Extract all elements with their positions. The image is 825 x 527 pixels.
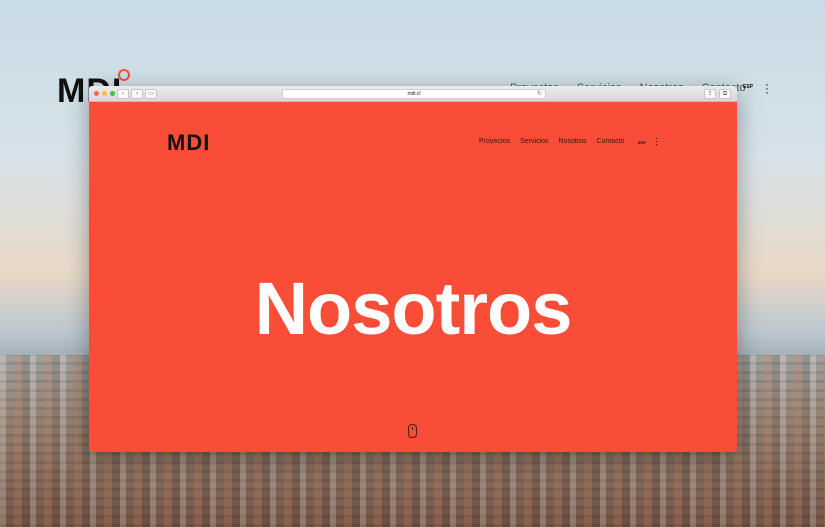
forward-button[interactable]: ›	[131, 89, 143, 99]
language-selector[interactable]: ESP	[638, 140, 646, 145]
nav-item-servicios[interactable]: Servicios	[520, 138, 548, 145]
traffic-lights	[94, 91, 115, 96]
browser-titlebar: ‹ › ▭ mdi.cl ↻ ⇪ ⧉	[89, 86, 737, 102]
back-button[interactable]: ‹	[117, 89, 129, 99]
site-logo[interactable]: MDI	[167, 130, 210, 156]
nav-item-contacto[interactable]: Contacto	[597, 138, 625, 145]
tabs-icon[interactable]: ⧉	[719, 89, 731, 99]
minimize-window-button[interactable]	[102, 91, 107, 96]
sidebar-toggle-icon[interactable]: ▭	[145, 89, 157, 99]
site-nav: Proyectos Servicios Nosotros Contacto	[479, 138, 625, 145]
address-bar[interactable]: mdi.cl ↻	[282, 89, 546, 99]
nav-item-nosotros[interactable]: Nosotros	[559, 138, 587, 145]
vertical-dots-icon: · · ·	[765, 77, 769, 99]
logo-pin-icon	[118, 69, 130, 81]
hero-title: Nosotros	[254, 266, 573, 350]
browser-window: ‹ › ▭ mdi.cl ↻ ⇪ ⧉ MDI Proyectos Servici…	[89, 86, 737, 452]
background-lang: ESP	[743, 84, 754, 90]
url-text: mdi.cl	[407, 91, 421, 97]
share-icon[interactable]: ⇪	[704, 89, 716, 99]
close-window-button[interactable]	[94, 91, 99, 96]
menu-dots-icon[interactable]: · · ·	[655, 134, 658, 149]
browser-toolbar-icons: ⇪ ⧉	[704, 89, 731, 99]
nav-item-proyectos[interactable]: Proyectos	[479, 138, 510, 145]
zoom-window-button[interactable]	[110, 91, 115, 96]
reload-icon[interactable]: ↻	[537, 90, 542, 98]
mouse-scroll-icon[interactable]	[408, 424, 417, 438]
browser-nav-buttons: ‹ › ▭	[117, 89, 157, 99]
